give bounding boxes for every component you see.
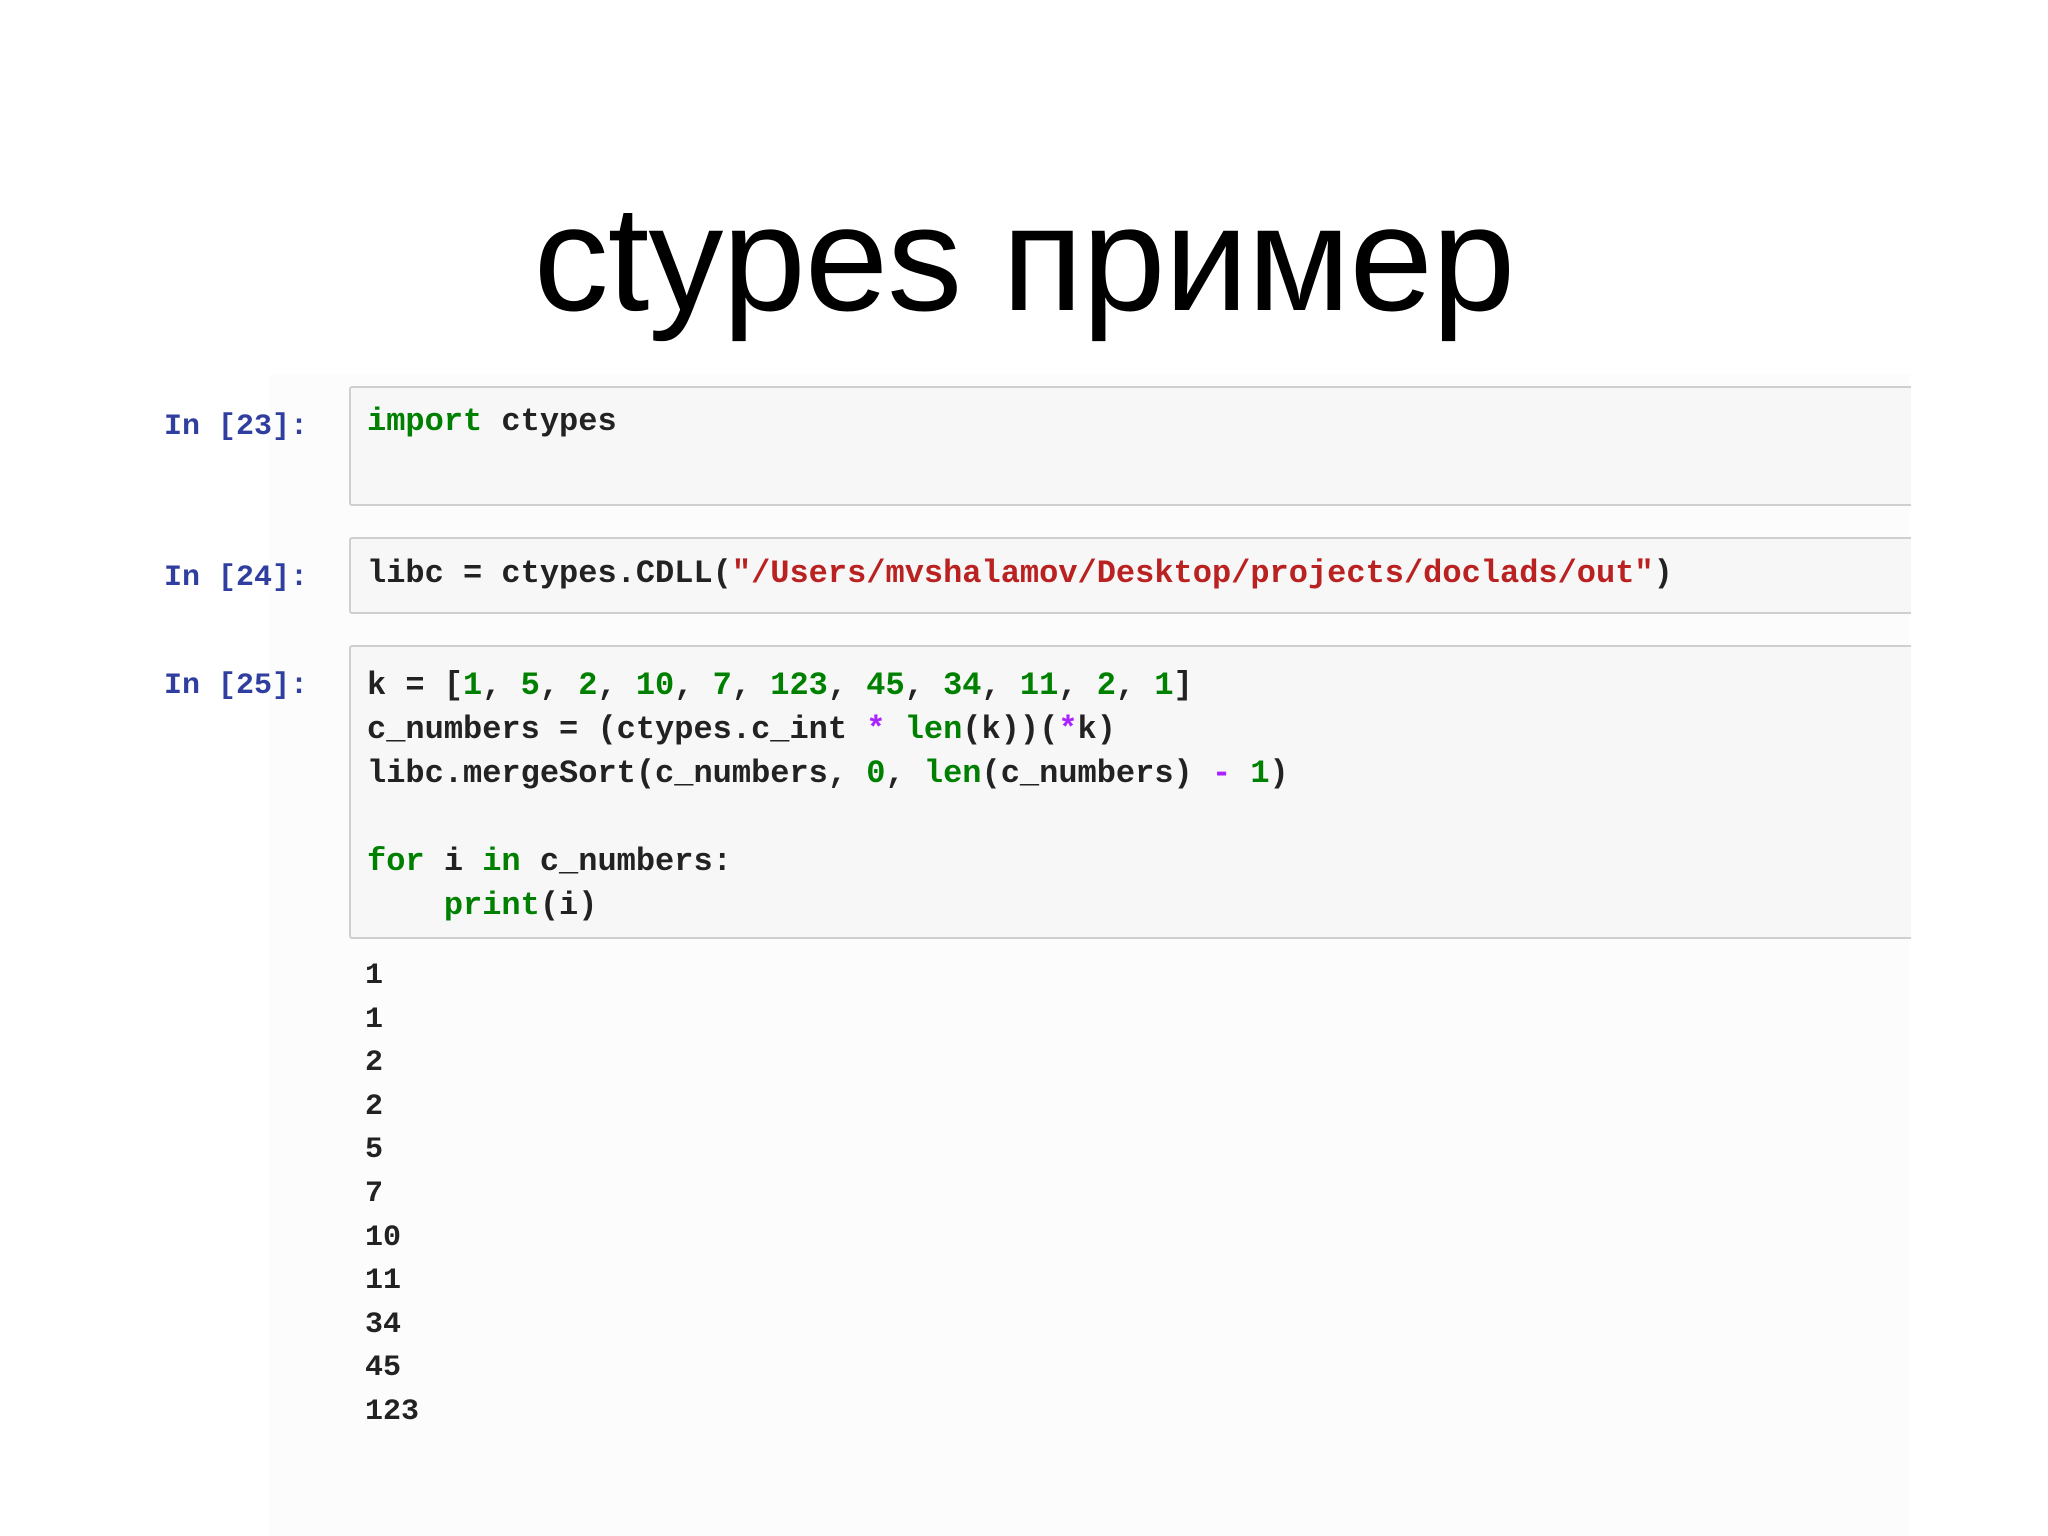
code-token: i — [424, 843, 483, 880]
code-token: k) — [1077, 711, 1116, 748]
code-token: import — [367, 403, 483, 440]
code-keyword: in — [482, 843, 521, 880]
code-token: c_numbers = (ctypes.c_int — [367, 711, 867, 748]
cell-23-code: import ctypes — [367, 400, 617, 444]
code-token: , — [981, 667, 1020, 704]
code-number: 34 — [943, 667, 982, 704]
code-operator: * — [866, 711, 886, 748]
code-number: 45 — [866, 667, 905, 704]
code-line-5: for i in c_numbers: — [367, 843, 732, 880]
cell-25-input[interactable]: k = [1, 5, 2, 10, 7, 123, 45, 34, 11, 2,… — [349, 645, 1911, 939]
output-line: 7 — [365, 1176, 384, 1211]
code-token: libc.mergeSort(c_numbers, — [367, 755, 867, 792]
output-line: 10 — [365, 1220, 402, 1255]
code-number: 2 — [1096, 667, 1116, 704]
code-token: ] — [1173, 667, 1193, 704]
code-token: libc = ctypes.CDLL( — [367, 555, 732, 592]
code-builtin: print — [443, 887, 540, 924]
code-number: 10 — [635, 667, 675, 704]
output-line: 2 — [365, 1089, 384, 1124]
code-token: , — [904, 667, 944, 704]
output-line: 2 — [365, 1046, 384, 1081]
code-token: , — [674, 667, 713, 704]
code-line-2: c_numbers = (ctypes.c_int * len(k))(*k) — [367, 711, 1116, 748]
code-token: , — [482, 667, 521, 704]
cell-23-prompt: In [23]: — [164, 410, 309, 444]
code-token: (k))( — [962, 711, 1059, 748]
code-token: ) — [1653, 555, 1673, 592]
code-number: 11 — [1019, 667, 1059, 704]
code-number: 5 — [520, 667, 540, 704]
code-number: 1 — [1250, 755, 1270, 792]
code-line-3: libc.mergeSort(c_numbers, 0, len(c_numbe… — [367, 755, 1289, 792]
code-builtin: len — [904, 711, 963, 748]
code-builtin: len — [923, 755, 982, 792]
code-token: c_numbers: — [520, 843, 732, 880]
code-token: (i) — [539, 887, 598, 924]
code-token: , — [1115, 667, 1155, 704]
output-line: 34 — [365, 1307, 402, 1342]
code-token: k = [ — [367, 667, 464, 704]
code-token: ctypes — [482, 403, 617, 440]
cell-23-input[interactable]: import ctypes — [349, 386, 1911, 506]
code-operator: * — [1058, 711, 1078, 748]
cell-24-prompt: In [24]: — [164, 561, 309, 595]
code-number: 123 — [770, 667, 828, 704]
code-token: (c_numbers) — [981, 755, 1212, 792]
code-token: , — [731, 667, 771, 704]
code-token: ) — [1269, 755, 1289, 792]
code-token: , — [539, 667, 579, 704]
cell-25-prompt: In [25]: — [164, 669, 309, 703]
code-operator: - — [1211, 755, 1232, 792]
code-token: , — [597, 667, 636, 704]
code-number: 2 — [578, 667, 598, 704]
code-string: "/Users/mvshalamov/Desktop/projects/docl… — [731, 555, 1654, 592]
output-line: 1 — [365, 1002, 384, 1037]
code-token: , — [1058, 667, 1097, 704]
code-token: , — [827, 667, 867, 704]
code-number: 0 — [866, 755, 886, 792]
cell-24-code: libc = ctypes.CDLL("/Users/mvshalamov/De… — [367, 552, 1673, 596]
output-line: 11 — [365, 1264, 402, 1299]
code-line-6: print(i) — [367, 887, 598, 924]
output-line: 45 — [365, 1351, 402, 1386]
cell-24-input[interactable]: libc = ctypes.CDLL("/Users/mvshalamov/De… — [349, 537, 1911, 614]
cell-25-code: k = [1, 5, 2, 10, 7, 123, 45, 34, 11, 2,… — [367, 664, 1289, 928]
cell-25-output: 1 1 2 2 5 7 10 11 34 45 123 — [365, 955, 419, 1435]
code-number: 7 — [712, 667, 732, 704]
output-line: 123 — [365, 1394, 420, 1429]
code-number: 1 — [1154, 667, 1174, 704]
slide-title: ctypes пример — [533, 174, 1516, 342]
output-line: 5 — [365, 1133, 384, 1168]
code-number: 1 — [463, 667, 483, 704]
code-token: , — [885, 755, 924, 792]
code-keyword: for — [367, 843, 425, 880]
code-line-1: k = [1, 5, 2, 10, 7, 123, 45, 34, 11, 2,… — [367, 667, 1193, 704]
output-line: 1 — [365, 959, 384, 993]
